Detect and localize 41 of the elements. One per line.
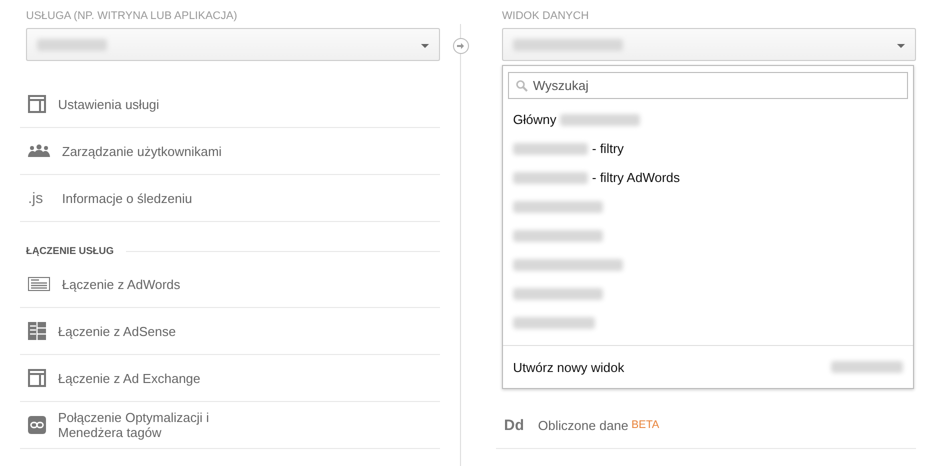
item-label: Ustawienia usługi — [58, 96, 160, 114]
search-field[interactable]: Wyszukaj — [508, 72, 908, 99]
text-icon: Dd — [504, 416, 526, 434]
section-heading: ŁĄCZENIE USŁUG — [26, 246, 114, 257]
menu-item[interactable]: Połączenie Optymalizacji i Menedżera tagów — [20, 402, 440, 449]
menu-item[interactable]: Łączenie z AdWords — [20, 261, 440, 308]
item-label: Zarządzanie użytkownikami — [62, 142, 222, 161]
item-label: Łączenie z AdWords — [62, 276, 180, 294]
item-label: Łączenie z AdSense — [58, 322, 176, 341]
property-dropdown[interactable] — [26, 28, 440, 61]
text-icon: .js — [28, 190, 50, 206]
option-label: - filtry — [592, 141, 624, 156]
option-label: - filtry AdWords — [592, 170, 680, 185]
item-label: Łączenie z Ad Exchange — [58, 370, 200, 388]
item-label: Połączenie Optymalizacji i Menedżera tagów — [58, 409, 210, 442]
field-label: USŁUGA (NP. WITRYNA LUB APLIKACJA) — [26, 10, 238, 22]
menu-item[interactable]: .js Informacje o śledzeniu — [20, 175, 440, 222]
option-label: Główny — [513, 112, 556, 127]
document-icon — [28, 277, 50, 291]
grid-icon — [28, 322, 46, 340]
menu-item[interactable]: Łączenie z Ad Exchange — [20, 355, 440, 402]
view-option[interactable]: Główny — [503, 105, 913, 134]
menu-item[interactable]: Zarządzanie użytkownikami — [20, 128, 440, 175]
beta-label: BETA — [631, 419, 660, 431]
link-icon — [28, 416, 46, 434]
view-dropdown[interactable] — [502, 28, 916, 61]
item-label: Obliczone dane — [538, 416, 628, 434]
search-icon — [516, 80, 528, 92]
field-label: WIDOK DANYCH — [502, 10, 590, 22]
people-icon — [28, 144, 50, 158]
menu-item[interactable]: Ustawienia usługi — [20, 81, 440, 128]
layout-icon — [28, 369, 46, 387]
view-option[interactable]: - filtry — [503, 134, 913, 163]
caret-icon — [421, 44, 429, 48]
item-label: Informacje o śledzeniu — [62, 190, 192, 208]
menu-item[interactable]: Łączenie z AdSense — [20, 308, 440, 355]
caret-icon — [897, 44, 905, 48]
view-option[interactable]: - filtry AdWords — [503, 163, 913, 192]
menu-item[interactable]: Dd Obliczone dane BETA — [496, 402, 916, 449]
layout-icon — [28, 95, 46, 113]
create-view-link[interactable]: Utwórz nowy widok — [513, 360, 624, 374]
